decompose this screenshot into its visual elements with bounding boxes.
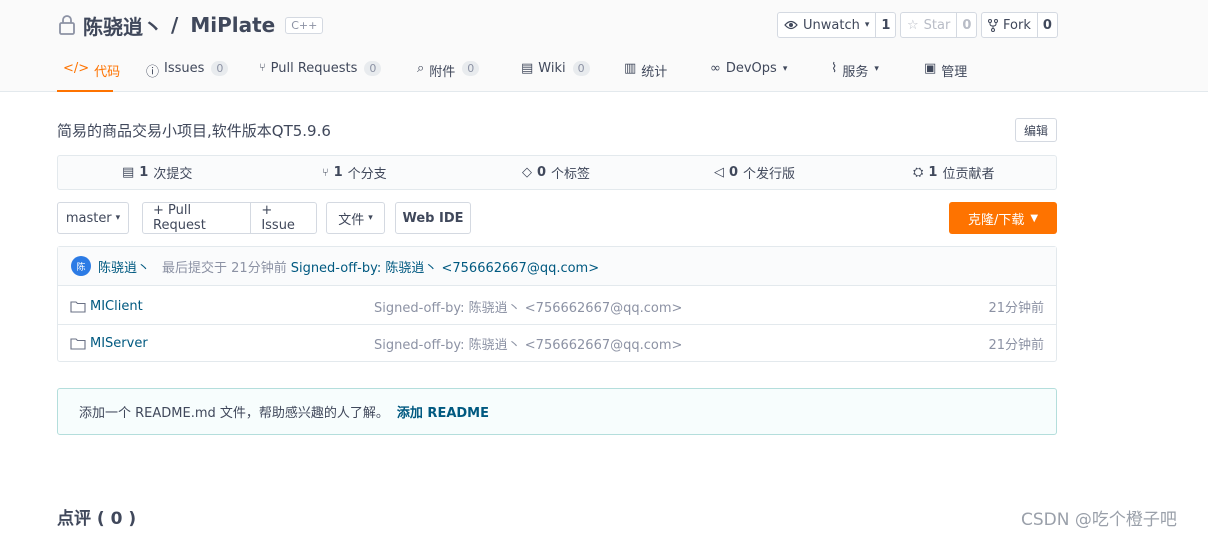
watch-count[interactable]: 1 xyxy=(876,13,895,37)
branch-icon: ⑂ xyxy=(322,166,329,179)
folder-icon xyxy=(70,337,86,350)
new-pull-request-button[interactable]: + Pull Request xyxy=(143,203,250,233)
devops-icon: ∞ xyxy=(710,61,721,76)
tab-code[interactable]: </> 代码 xyxy=(57,55,120,92)
star-count[interactable]: 0 xyxy=(957,13,976,37)
add-readme-link[interactable]: 添加 README xyxy=(397,402,489,421)
file-menu-button[interactable]: 文件 ▾ xyxy=(326,202,385,234)
edit-description-button[interactable]: 编辑 xyxy=(1015,118,1057,142)
last-commit-row: 陈 陈骁逍丶 最后提交于 21分钟前 Signed-off-by: 陈骁逍丶 <… xyxy=(58,247,1056,286)
issue-icon: ⓘ xyxy=(146,65,160,80)
commit-icon: ▤ xyxy=(122,165,135,180)
unwatch-button[interactable]: Unwatch ▾ 1 xyxy=(777,12,897,38)
stat-contributors[interactable]: ⛭ 1 位贡献者 xyxy=(913,156,994,189)
file-name[interactable]: MIClient xyxy=(90,299,143,314)
fork-button[interactable]: Fork 0 xyxy=(981,12,1058,38)
stat-commits[interactable]: ▤ 1 次提交 xyxy=(122,156,192,189)
service-icon: ⌇ xyxy=(831,61,838,76)
file-name[interactable]: MIServer xyxy=(90,336,148,351)
pull-request-icon: ⑂ xyxy=(259,61,266,74)
tag-icon: ◇ xyxy=(522,165,532,180)
branch-select[interactable]: master ▾ xyxy=(57,202,129,234)
file-time: 21分钟前 xyxy=(988,338,1044,353)
stat-releases[interactable]: ◁ 0 个发行版 xyxy=(714,156,795,189)
tab-attachments[interactable]: ⌕ 附件 0 xyxy=(417,55,480,92)
chevron-down-icon: ▼ xyxy=(1030,212,1039,224)
star-icon: ☆ xyxy=(907,17,919,33)
chevron-down-icon: ▾ xyxy=(115,213,121,223)
new-issue-button[interactable]: + Issue xyxy=(250,203,316,233)
web-ide-button[interactable]: Web IDE xyxy=(395,202,471,234)
comments-heading: 点评 ( 0 ) xyxy=(57,509,137,529)
file-commit-message[interactable]: Signed-off-by: 陈骁逍丶 <756662667@qq.com> xyxy=(374,334,682,353)
tab-devops[interactable]: ∞ DevOps ▾ xyxy=(710,55,787,92)
commit-author[interactable]: 陈骁逍丶 xyxy=(98,257,150,276)
repo-description: 简易的商品交易小项目,软件版本QT5.9.6 xyxy=(57,122,331,140)
repo-header: 陈骁逍丶 / MiPlate C++ Unwatch ▾ 1 ☆ Star 0 F… xyxy=(0,0,1208,92)
file-commit-message[interactable]: Signed-off-by: 陈骁逍丶 <756662667@qq.com> xyxy=(374,297,682,316)
tab-wiki[interactable]: ▤ Wiki 0 xyxy=(521,55,590,92)
language-badge[interactable]: C++ xyxy=(285,16,324,34)
lock-icon xyxy=(57,14,77,36)
file-list: 陈 陈骁逍丶 最后提交于 21分钟前 Signed-off-by: 陈骁逍丶 <… xyxy=(57,246,1057,362)
commit-message[interactable]: Signed-off-by: 陈骁逍丶 <756662667@qq.com> xyxy=(291,257,599,276)
clone-download-button[interactable]: 克隆/下载 ▼ xyxy=(949,202,1057,234)
manage-icon: ▣ xyxy=(924,61,937,76)
star-button[interactable]: ☆ Star 0 xyxy=(900,12,978,38)
contributors-icon: ⛭ xyxy=(913,165,924,180)
release-icon: ◁ xyxy=(714,165,724,180)
eye-icon xyxy=(784,20,798,30)
repo-separator: / xyxy=(171,13,179,37)
folder-icon xyxy=(70,300,86,313)
wiki-icon: ▤ xyxy=(521,61,534,76)
tab-manage[interactable]: ▣ 管理 xyxy=(924,55,967,92)
stat-tags[interactable]: ◇ 0 个标签 xyxy=(522,156,590,189)
avatar[interactable]: 陈 xyxy=(71,256,91,276)
watermark: CSDN @吃个橙子吧 xyxy=(1021,510,1177,530)
chevron-down-icon: ▾ xyxy=(368,213,373,223)
table-row[interactable]: MIServer Signed-off-by: 陈骁逍丶 <756662667@… xyxy=(58,324,1056,362)
table-row[interactable]: MIClient Signed-off-by: 陈骁逍丶 <756662667@… xyxy=(58,287,1056,325)
repo-owner[interactable]: 陈骁逍丶 xyxy=(83,11,163,40)
fork-count[interactable]: 0 xyxy=(1038,13,1057,37)
chart-icon: ▥ xyxy=(624,61,637,76)
file-time: 21分钟前 xyxy=(988,300,1044,316)
fork-label: Fork xyxy=(1003,17,1031,33)
tab-services[interactable]: ⌇ 服务 ▾ xyxy=(831,55,879,92)
tab-stats[interactable]: ▥ 统计 xyxy=(624,55,667,92)
chevron-down-icon: ▾ xyxy=(782,64,788,74)
commit-meta: 最后提交于 21分钟前 xyxy=(162,260,287,276)
star-label: Star xyxy=(923,17,951,33)
readme-tip-text: 添加一个 README.md 文件，帮助感兴趣的人了解。 xyxy=(79,406,389,421)
readme-notice: 添加一个 README.md 文件，帮助感兴趣的人了解。 添加 README xyxy=(57,388,1057,435)
tab-issues[interactable]: ⓘ Issues 0 xyxy=(146,55,229,92)
chevron-down-icon: ▾ xyxy=(874,64,879,74)
tab-pull-requests[interactable]: ⑂ Pull Requests 0 xyxy=(259,55,382,92)
unwatch-label: Unwatch xyxy=(803,17,860,33)
code-icon: </> xyxy=(63,61,90,76)
repo-title: 陈骁逍丶 / MiPlate C++ xyxy=(57,11,324,40)
stat-branches[interactable]: ⑂ 1 个分支 xyxy=(322,156,387,189)
fork-icon xyxy=(988,18,998,32)
chevron-down-icon: ▾ xyxy=(864,20,870,30)
repo-name[interactable]: MiPlate xyxy=(190,13,275,37)
repo-stats-bar: ▤ 1 次提交 ⑂ 1 个分支 ◇ 0 个标签 ◁ 0 个发行版 ⛭ 1 位贡献者 xyxy=(57,155,1057,190)
pr-issue-group: + Pull Request + Issue xyxy=(142,202,317,234)
attachment-icon: ⌕ xyxy=(417,61,425,76)
